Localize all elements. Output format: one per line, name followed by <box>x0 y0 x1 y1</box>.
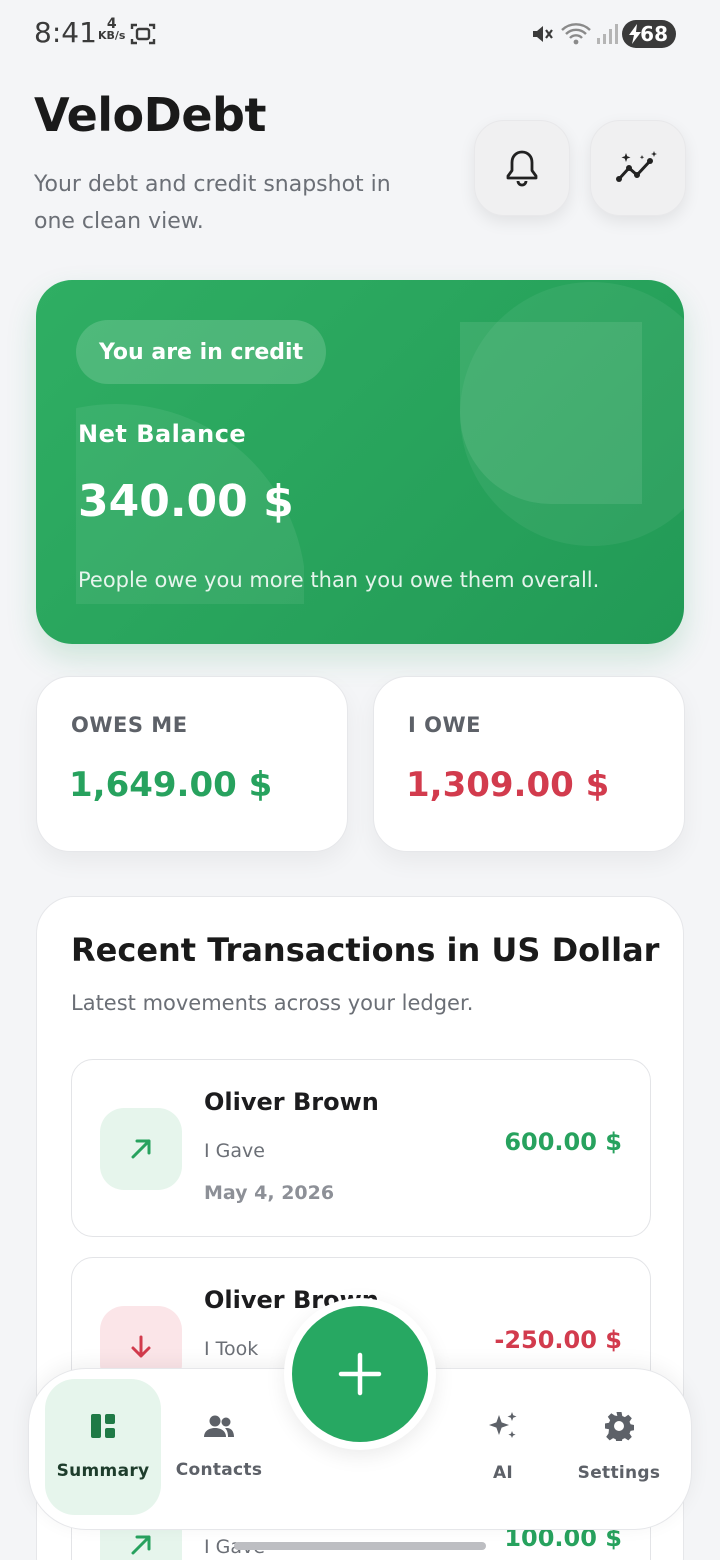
nav-contacts-label: Contacts <box>175 1460 263 1480</box>
people-icon <box>204 1415 234 1437</box>
signal-icon <box>597 24 618 44</box>
tx-contact-name: Oliver Brown <box>204 1088 379 1116</box>
gear-icon <box>605 1412 634 1441</box>
nav-contacts[interactable]: Contacts <box>161 1379 277 1515</box>
arrow-up-right-icon <box>131 1139 151 1159</box>
tx-type: I Gave <box>204 1140 265 1162</box>
nav-summary[interactable]: Summary <box>45 1379 161 1515</box>
sparkle-trend-icon <box>616 151 657 182</box>
app-title: VeloDebt <box>34 88 266 142</box>
insights-button[interactable] <box>590 120 686 216</box>
transactions-subtitle: Latest movements across your ledger. <box>71 991 474 1015</box>
credit-status-badge: You are in credit <box>76 320 327 384</box>
arrow-up-right-icon <box>131 1535 151 1555</box>
screen-capture-icon <box>130 23 156 45</box>
i-owe-label: I OWE <box>408 713 481 737</box>
wifi-icon <box>561 23 591 45</box>
status-bar: 8:41 4 KB/s 68 <box>0 0 720 68</box>
owes-me-value: 1,649.00 $ <box>69 765 273 805</box>
battery-level: 68 <box>640 22 668 46</box>
net-balance-amount: 340.00 $ <box>78 476 294 527</box>
nav-settings[interactable]: Settings <box>561 1379 677 1515</box>
tx-direction-badge <box>100 1108 182 1190</box>
owes-me-card[interactable]: OWES ME 1,649.00 $ <box>36 676 348 852</box>
owes-me-label: OWES ME <box>71 713 188 737</box>
bell-icon <box>506 150 538 187</box>
app-subtitle: Your debt and credit snapshot in one cle… <box>34 172 391 234</box>
dashboard-icon <box>91 1414 115 1438</box>
notifications-button[interactable] <box>474 120 570 216</box>
tx-amount: 600.00 $ <box>504 1128 622 1156</box>
nav-summary-label: Summary <box>56 1461 150 1481</box>
i-owe-card[interactable]: I OWE 1,309.00 $ <box>373 676 685 852</box>
arrow-down-icon <box>131 1335 151 1358</box>
nav-ai-label: AI <box>492 1463 514 1483</box>
battery-indicator: 68 <box>622 20 676 48</box>
charging-icon <box>629 24 641 44</box>
add-transaction-button[interactable] <box>292 1306 428 1442</box>
net-balance-label: Net Balance <box>78 420 247 448</box>
sparkles-icon <box>489 1412 517 1438</box>
transaction-item[interactable]: Oliver Brown I Gave May 4, 2026 600.00 $ <box>71 1059 651 1237</box>
net-balance-card: You are in credit Net Balance 340.00 $ P… <box>36 280 684 644</box>
home-indicator[interactable] <box>234 1542 486 1550</box>
network-speed: 4 KB/s <box>98 17 126 42</box>
mute-icon <box>533 26 553 42</box>
tx-type: I Took <box>204 1338 259 1360</box>
nav-ai[interactable]: AI <box>445 1379 561 1515</box>
tx-amount: -250.00 $ <box>494 1326 622 1354</box>
plus-icon <box>338 1352 382 1396</box>
i-owe-value: 1,309.00 $ <box>406 765 610 805</box>
nav-settings-label: Settings <box>577 1463 661 1483</box>
status-time: 8:41 <box>34 16 97 49</box>
net-balance-caption: People owe you more than you owe them ov… <box>78 568 600 592</box>
tx-date: May 4, 2026 <box>204 1182 335 1204</box>
transactions-title: Recent Transactions in US Dollar <box>71 931 660 969</box>
card-decoration-top <box>460 282 684 546</box>
network-speed-unit: KB/s <box>98 29 126 42</box>
